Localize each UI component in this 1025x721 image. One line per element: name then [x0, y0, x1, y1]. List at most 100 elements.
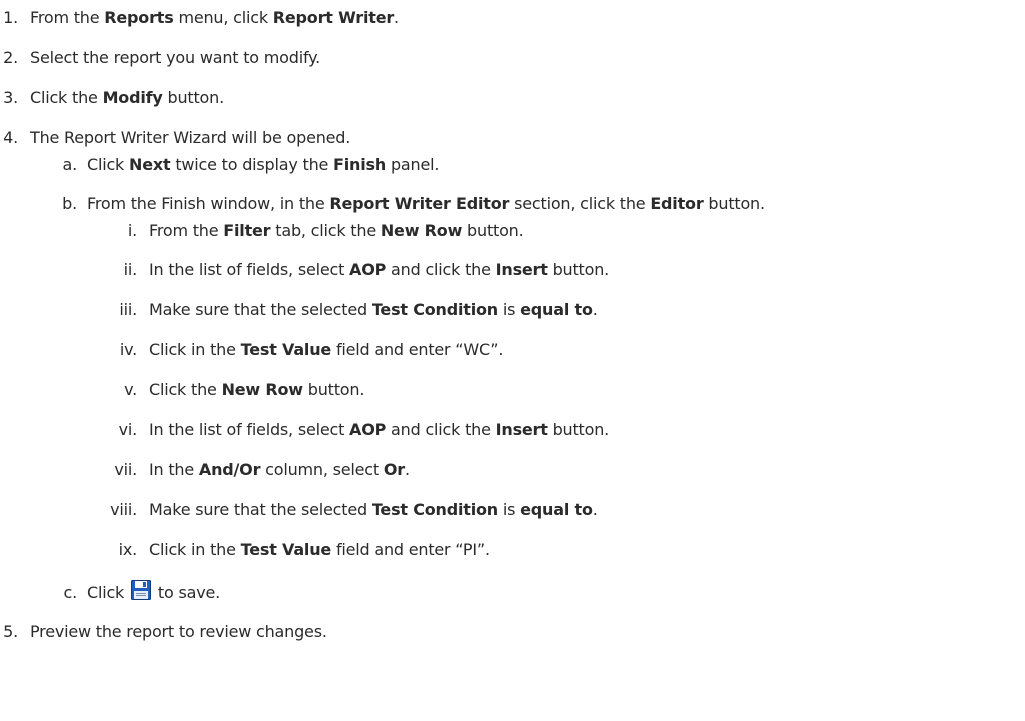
step-text-run: button.	[462, 221, 524, 240]
ui-term: Test Value	[240, 340, 332, 359]
step-text-run: .	[394, 8, 399, 27]
step-text-run: Click	[87, 583, 130, 602]
step-6: b. From the Finish window, in the Report …	[55, 194, 765, 214]
step-text: In the And/Or column, select Or.	[149, 460, 410, 479]
ui-term: Editor	[650, 194, 704, 213]
step-text-run: is	[498, 300, 521, 319]
step-text: Make sure that the selected Test Conditi…	[149, 300, 598, 319]
step-number: b.	[62, 194, 77, 213]
step-text: In the list of fields, select AOP and cl…	[149, 420, 609, 439]
ui-term: New Row	[380, 221, 463, 240]
step-number: vii.	[114, 460, 137, 479]
step-text-run: is	[498, 500, 521, 519]
step-12: vi. In the list of fields, select AOP and…	[95, 420, 610, 440]
step-text: Click in the Test Value field and enter …	[149, 540, 490, 559]
ui-term: Report Writer Editor	[329, 194, 510, 213]
step-text-run: column, select	[260, 460, 384, 479]
ui-term: Reports	[104, 8, 174, 27]
step-text-run: Make sure that the selected	[149, 500, 372, 519]
ui-term: Or	[383, 460, 405, 479]
step-number: iii.	[119, 300, 137, 319]
step-text-run: .	[404, 460, 410, 479]
step-number: 1.	[3, 8, 18, 27]
step-number: c.	[63, 583, 78, 602]
ui-term: Insert	[495, 420, 548, 439]
step-text-run: In the list of fields, select	[149, 420, 350, 439]
step-text: Click the Modify button.	[30, 88, 224, 107]
step-text-run: field and enter “WC”.	[331, 340, 504, 359]
ui-term: Test Condition	[371, 500, 498, 519]
ui-term: AOP	[349, 260, 387, 279]
ui-term: Test Condition	[371, 300, 498, 319]
step-1: 1. From the Reports menu, click Report Wr…	[0, 8, 399, 28]
step-text-run: Click	[87, 155, 130, 174]
step-10: iv. Click in the Test Value field and ent…	[95, 340, 504, 360]
step-11: v. Click the New Row button.	[95, 380, 364, 400]
step-text: Click Next twice to display the Finish p…	[87, 155, 439, 174]
step-text-run: Click in the	[149, 540, 241, 559]
step-text-run: button.	[162, 88, 224, 107]
step-text: Make sure that the selected Test Conditi…	[149, 500, 598, 519]
step-13: vii. In the And/Or column, select Or.	[95, 460, 410, 480]
step-16: c. Click to save.	[55, 580, 220, 603]
step-text-run: tab, click the	[270, 221, 381, 240]
step-4: 4. The Report Writer Wizard will be opene…	[0, 128, 350, 148]
step-text-run: Make sure that the selected	[149, 300, 372, 319]
step-2: 2. Select the report you want to modify.	[0, 48, 320, 68]
step-text-run: .	[592, 300, 598, 319]
step-text: From the Reports menu, click Report Writ…	[30, 8, 399, 27]
step-text-run: button.	[547, 260, 610, 279]
step-text: Click in the Test Value field and enter …	[149, 340, 503, 359]
step-text: Select the report you want to modify.	[30, 48, 320, 67]
step-text-run: Select the report you want to modify.	[30, 48, 320, 67]
ui-term: And/Or	[198, 460, 261, 479]
step-number: iv.	[119, 340, 137, 359]
step-text-run: button.	[703, 194, 765, 213]
step-3: 3. Click the Modify button.	[0, 88, 224, 108]
step-text-run: to save.	[153, 583, 220, 602]
step-8: ii. In the list of fields, select AOP and…	[95, 260, 610, 280]
step-17: 5. Preview the report to review changes.	[0, 622, 327, 642]
ui-term: equal to	[520, 300, 593, 319]
step-text-run: and click the	[386, 260, 496, 279]
step-15: ix. Click in the Test Value field and ent…	[95, 540, 490, 560]
step-number: ii.	[123, 260, 138, 279]
step-text-run: section, click the	[509, 194, 651, 213]
step-text: From the Filter tab, click the New Row b…	[149, 221, 524, 240]
step-number: 3.	[3, 88, 18, 107]
step-text-run: From the Finish window, in the	[87, 194, 330, 213]
step-text: Preview the report to review changes.	[30, 622, 327, 641]
step-text-run: Click the	[149, 380, 222, 399]
step-text-run: From the	[30, 8, 105, 27]
step-text-run: and click the	[386, 420, 496, 439]
step-5: a. Click Next twice to display the Finish…	[55, 155, 440, 175]
step-14: viii. Make sure that the selected Test Co…	[95, 500, 598, 520]
ui-term: Next	[129, 155, 171, 174]
step-text-run: menu, click	[173, 8, 273, 27]
step-text-run: panel.	[386, 155, 440, 174]
step-number: 4.	[3, 128, 18, 147]
step-9: iii. Make sure that the selected Test Con…	[95, 300, 598, 320]
step-text: The Report Writer Wizard will be opened.	[30, 128, 350, 147]
ui-term: New Row	[221, 380, 303, 399]
step-number: i.	[127, 221, 137, 240]
ui-term: Test Value	[240, 540, 332, 559]
step-text: Click the New Row button.	[149, 380, 364, 399]
step-number: ix.	[118, 540, 138, 559]
ui-term: Modify	[102, 88, 163, 107]
step-number: v.	[124, 380, 137, 399]
step-text: In the list of fields, select AOP and cl…	[149, 260, 609, 279]
step-text-run: The Report Writer Wizard will be opened.	[30, 128, 351, 147]
step-text-run: field and enter “PI”.	[331, 540, 490, 559]
step-text-run: button.	[302, 380, 365, 399]
step-number: 5.	[3, 622, 18, 641]
step-text-run: twice to display the	[170, 155, 334, 174]
step-text: From the Finish window, in the Report Wr…	[87, 194, 765, 213]
ui-term: Filter	[223, 221, 271, 240]
ui-term: Report Writer	[272, 8, 395, 27]
save-icon	[131, 580, 152, 600]
step-number: a.	[62, 155, 78, 174]
ui-term: AOP	[349, 420, 387, 439]
step-text: Click to save.	[87, 580, 220, 602]
step-text-run: In the list of fields, select	[149, 260, 350, 279]
